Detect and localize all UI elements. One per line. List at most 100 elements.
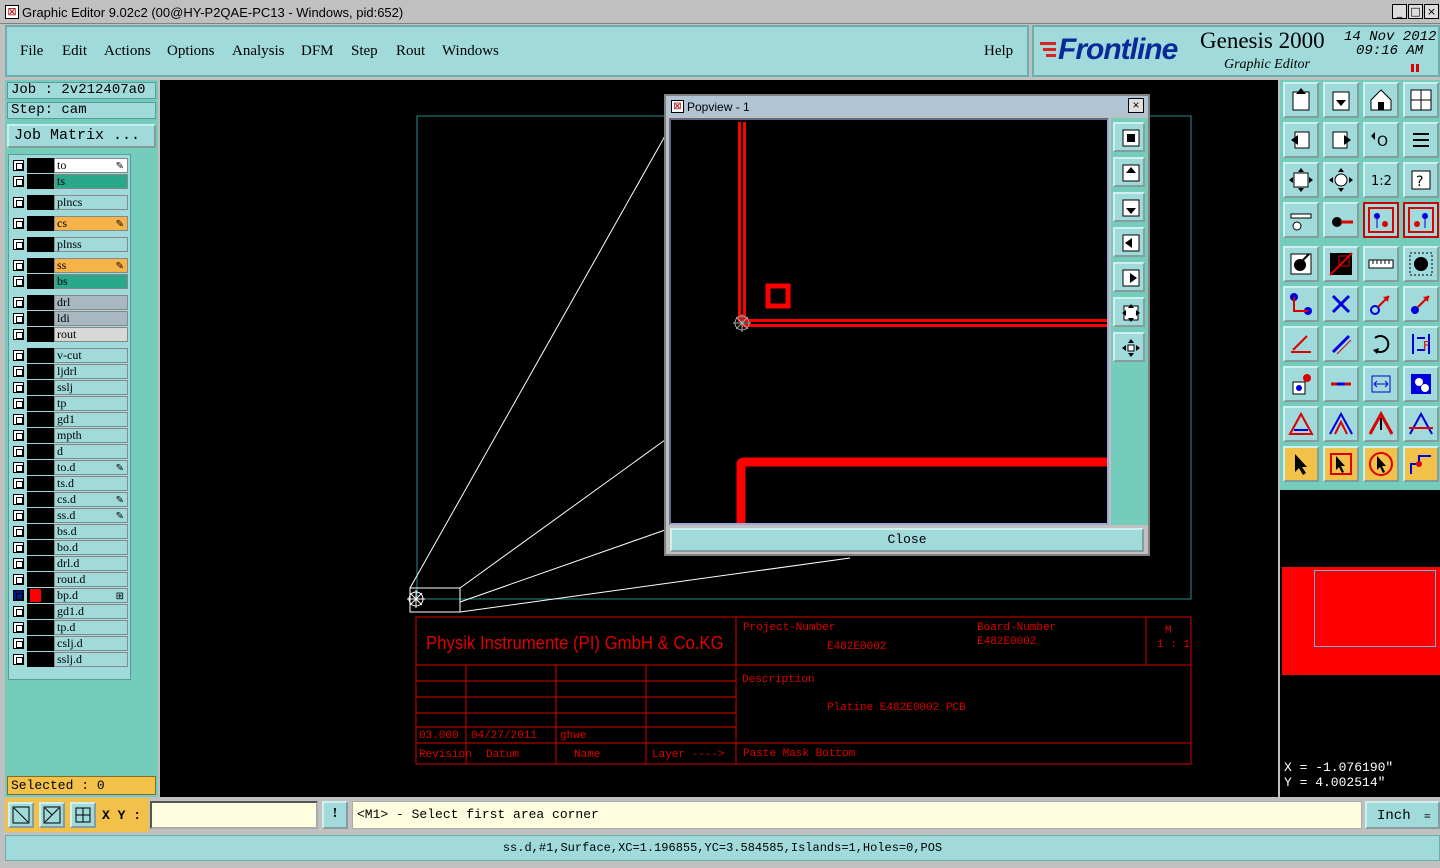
layer-row-to-d[interactable]: to.d ✎ xyxy=(10,460,128,475)
layer-checkbox[interactable] xyxy=(13,526,24,537)
pan-right-button[interactable] xyxy=(1323,122,1359,158)
layer-name[interactable]: bo.d xyxy=(54,540,128,555)
resize-button[interactable] xyxy=(1283,326,1319,362)
select-circle-button[interactable] xyxy=(1403,246,1439,282)
layer-row-plnss[interactable]: plnss xyxy=(10,237,128,252)
save-button[interactable] xyxy=(1323,82,1359,118)
menu-dfm[interactable]: DFM xyxy=(301,43,334,60)
layer-checkbox[interactable] xyxy=(13,638,24,649)
layer-name[interactable]: bp.d ⊞ xyxy=(54,588,128,603)
mirror-button[interactable]: F xyxy=(1403,326,1439,362)
layer-checkbox[interactable] xyxy=(13,239,24,250)
pad-button[interactable] xyxy=(1283,366,1319,402)
zoom-fit-button[interactable] xyxy=(1283,162,1319,198)
delete-button[interactable] xyxy=(1323,286,1359,322)
layer-row-bs-d[interactable]: bs.d xyxy=(10,524,128,539)
layer-checkbox[interactable] xyxy=(13,574,24,585)
overview-viewport[interactable] xyxy=(1314,570,1436,647)
layer-checkbox[interactable] xyxy=(13,478,24,489)
menu-step[interactable]: Step xyxy=(351,43,378,60)
layer-checkbox[interactable] xyxy=(13,297,24,308)
snap-off-button[interactable] xyxy=(8,802,34,828)
layer-name[interactable]: ss.d ✎ xyxy=(54,508,128,523)
tools-button[interactable] xyxy=(1283,202,1319,238)
layer-name[interactable]: cs.d ✎ xyxy=(54,492,128,507)
layer-row-to[interactable]: to ✎ xyxy=(10,158,128,173)
dimension-button[interactable] xyxy=(1363,366,1399,402)
snap-center-button[interactable] xyxy=(70,802,96,828)
popview-pan-left-button[interactable] xyxy=(1113,227,1145,257)
layer-name[interactable]: plncs xyxy=(54,195,128,210)
layer-row-drl[interactable]: drl xyxy=(10,295,128,310)
layer-checkbox[interactable] xyxy=(13,430,24,441)
layer-checkbox[interactable] xyxy=(13,382,24,393)
layer-row-cs-d[interactable]: cs.d ✎ xyxy=(10,492,128,507)
snap-grid-button[interactable] xyxy=(39,802,65,828)
net-red-button[interactable] xyxy=(1363,202,1399,238)
popview-center-button[interactable] xyxy=(1113,332,1145,362)
select-pad-button[interactable] xyxy=(1283,246,1319,282)
measure-button[interactable] xyxy=(1363,246,1399,282)
layer-checkbox[interactable] xyxy=(13,510,24,521)
layer-row-d[interactable]: d xyxy=(10,444,128,459)
expand-tri-button[interactable] xyxy=(1403,406,1439,442)
layer-checkbox[interactable] xyxy=(13,654,24,665)
layer-name[interactable]: bs.d xyxy=(54,524,128,539)
layer-checkbox[interactable] xyxy=(13,350,24,361)
layer-checkbox[interactable] xyxy=(13,260,24,271)
layer-checkbox[interactable] xyxy=(13,590,24,601)
popview-pan-down-button[interactable] xyxy=(1113,192,1145,222)
undo-zoom-button[interactable]: O xyxy=(1363,122,1399,158)
layer-checkbox[interactable] xyxy=(13,313,24,324)
layer-row-rout-d[interactable]: rout.d xyxy=(10,572,128,587)
layer-row-sslj[interactable]: sslj xyxy=(10,380,128,395)
menu-rout[interactable]: Rout xyxy=(396,43,425,60)
layer-checkbox[interactable] xyxy=(13,414,24,425)
pointer-button[interactable] xyxy=(1283,446,1319,482)
layer-row-gd1-d[interactable]: gd1.d xyxy=(10,604,128,619)
layer-row-mpth[interactable]: mpth xyxy=(10,428,128,443)
layer-row-ljdrl[interactable]: ljdrl xyxy=(10,364,128,379)
help-button[interactable]: ? xyxy=(1403,162,1439,198)
layer-row-cs[interactable]: cs ✎ xyxy=(10,216,128,231)
fill-tri-button[interactable] xyxy=(1283,406,1319,442)
move-button[interactable] xyxy=(1363,286,1399,322)
menu-actions[interactable]: Actions xyxy=(104,43,151,60)
copy-button[interactable] xyxy=(1403,286,1439,322)
layer-name[interactable]: ts xyxy=(54,174,128,189)
layer-name[interactable]: drl xyxy=(54,295,128,310)
scale-1-2-button[interactable]: 1:2 xyxy=(1363,162,1399,198)
layer-checkbox[interactable] xyxy=(13,622,24,633)
layer-name[interactable]: ss ✎ xyxy=(54,258,128,273)
layer-checkbox[interactable] xyxy=(13,462,24,473)
zoom-center-button[interactable] xyxy=(1323,162,1359,198)
select-region-button[interactable] xyxy=(1323,246,1359,282)
split-view-button[interactable] xyxy=(1403,82,1439,118)
home-button[interactable] xyxy=(1363,82,1399,118)
command-info-button[interactable]: ! xyxy=(322,801,348,829)
layer-checkbox[interactable] xyxy=(13,366,24,377)
popview-pan-right-button[interactable] xyxy=(1113,262,1145,292)
layer-row-bs[interactable]: bs xyxy=(10,274,128,289)
up-tri-button[interactable] xyxy=(1323,406,1359,442)
redraw-button[interactable] xyxy=(1403,122,1439,158)
popview-close-button[interactable]: Close xyxy=(670,528,1144,552)
menu-windows[interactable]: Windows xyxy=(442,43,499,60)
layer-row-ts[interactable]: ts xyxy=(10,174,128,189)
layer-name[interactable]: to ✎ xyxy=(54,158,128,173)
surface-button[interactable] xyxy=(1403,366,1439,402)
units-selector[interactable]: Inch ≡ xyxy=(1365,801,1440,829)
layer-row-ss[interactable]: ss ✎ xyxy=(10,258,128,273)
layer-name[interactable]: rout xyxy=(54,327,128,342)
layer-row-ss-d[interactable]: ss.d ✎ xyxy=(10,508,128,523)
layer-row-sslj-d[interactable]: sslj.d xyxy=(10,652,128,667)
layer-row-ts-d[interactable]: ts.d xyxy=(10,476,128,491)
layer-checkbox[interactable] xyxy=(13,197,24,208)
menu-help[interactable]: Help xyxy=(984,43,1013,60)
layer-name[interactable]: cs ✎ xyxy=(54,216,128,231)
layer-checkbox[interactable] xyxy=(13,606,24,617)
layer-row-v-cut[interactable]: v-cut xyxy=(10,348,128,363)
menu-file[interactable]: File xyxy=(20,43,43,60)
layer-row-bo-d[interactable]: bo.d xyxy=(10,540,128,555)
route-button[interactable] xyxy=(1403,446,1439,482)
